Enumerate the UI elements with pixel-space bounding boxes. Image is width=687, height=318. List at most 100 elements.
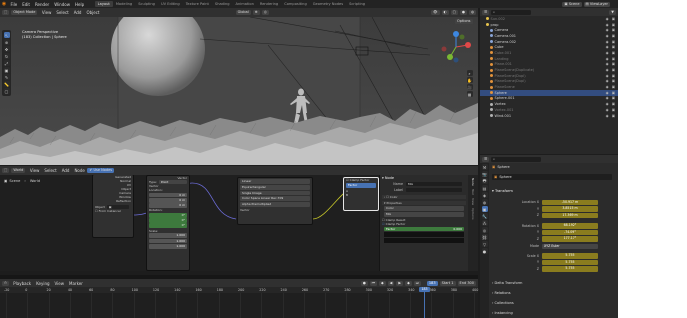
visibility-eye-icon[interactable]: ◉ [606,17,609,21]
environment-texture-node[interactable]: Linear Equirectangular Single Image Colo… [237,177,313,225]
visibility-eye-icon[interactable]: ◉ [606,57,609,61]
visibility-eye-icon[interactable]: ◉ [606,102,609,106]
mode-selector[interactable]: Object Mode [11,10,38,15]
current-frame-field[interactable]: 183 [426,280,438,286]
render-visibility-icon[interactable]: ▣ [612,62,615,66]
constraints-tab-icon[interactable]: ⛓ [481,234,488,240]
rotation-x-field[interactable]: 68.192° [542,223,598,229]
next-key-icon[interactable]: ◆ [405,280,412,286]
node-name-input[interactable]: Mix [406,181,462,187]
mapping-scale-y[interactable]: 1.000 [149,238,187,244]
blend-mode-dropdown[interactable]: Mix [384,211,464,217]
render-tab-icon[interactable]: 📷 [481,171,488,177]
timeline[interactable]: -20 0 20 40 60 80 100 120 140 160 180 200 220 240 260 2… [0,287,478,318]
viewport-3d[interactable]: Camera Perspective (183) Collection | Sp… [0,17,478,165]
visibility-eye-icon[interactable]: ◉ [606,51,609,55]
pan-icon[interactable]: ✋ [466,77,473,83]
location-y-field[interactable]: 3.8515 m [542,206,598,212]
tool-tab-icon[interactable]: ⚒ [481,164,488,170]
relations-panel[interactable]: › Relations [492,291,616,295]
move-tool-icon[interactable]: ✥ [3,46,10,52]
object-name-input[interactable]: ▣ Sphere [492,174,612,180]
scale-tool-icon[interactable]: ⤢ [3,60,10,66]
tab-uv-editing[interactable]: UV Editing [158,1,183,7]
timeline-editor-icon[interactable]: ⏱ [2,280,9,286]
timeline-menu-keying[interactable]: Keying [34,281,52,286]
node-editor-type-button[interactable]: ⬚ [2,168,10,173]
jump-end-icon[interactable]: ⏭ [413,280,421,286]
world-type-selector[interactable]: World [11,168,26,173]
render-visibility-icon[interactable]: ▣ [612,51,615,55]
transform-panel-header[interactable]: ▾ Transform [492,189,616,193]
menu-window[interactable]: Window [52,2,73,7]
visibility-eye-icon[interactable]: ◉ [606,45,609,49]
render-visibility-icon[interactable]: ▣ [612,34,615,38]
outliner-search-input[interactable]: ⌕ [491,9,532,15]
scene-tab-icon[interactable]: ◈ [481,192,488,198]
viewport-options-button[interactable]: Options [455,19,473,24]
visibility-eye-icon[interactable]: ◉ [606,114,609,118]
object-tab-icon[interactable]: ▣ [481,206,488,212]
texture-coordinate-node[interactable]: Generated Normal UV Object Camera Window Refle… [92,175,134,238]
menu-file[interactable]: File [8,2,20,7]
measure-tool-icon[interactable]: 📏 [3,81,10,87]
blender-logo-icon[interactable]: ◉ [0,0,8,8]
visibility-eye-icon[interactable]: ◉ [606,68,609,72]
scale-x-field[interactable]: 5.755 [542,253,598,259]
render-visibility-icon[interactable]: ▣ [612,74,615,78]
properties-editor-icon[interactable]: ☰ [482,156,490,162]
instancing-panel[interactable]: › Instancing [492,311,616,315]
mix-node[interactable]: ☑ Clamp Factor Factor A B [343,177,379,211]
tab-compositing[interactable]: Compositing [281,1,310,7]
node-menu-node[interactable]: Node [72,168,87,173]
tab-geometry-nodes[interactable]: Geometry Nodes [310,1,346,7]
tab-animation[interactable]: Animation [233,1,257,7]
scale-z-field[interactable]: 5.755 [542,266,598,272]
node-label-input[interactable] [406,187,462,193]
tab-scripting[interactable]: Scripting [346,1,368,7]
projection-dropdown[interactable]: Equirectangular [240,184,310,190]
viewport-menu-select[interactable]: Select [54,10,71,15]
tab-texture-paint[interactable]: Texture Paint [183,1,212,7]
material-tab-icon[interactable]: ● [481,248,488,254]
shading-solid-icon[interactable]: ● [459,10,467,15]
end-frame-field[interactable]: End 300 [457,280,476,286]
sidebar-tab-tool[interactable]: Tool [471,189,475,195]
color-swatch-a[interactable] [384,232,464,238]
data-tab-icon[interactable]: ▽ [481,241,488,247]
node-menu-view[interactable]: View [27,168,42,173]
world-tab-icon[interactable]: ◍ [481,199,488,205]
visibility-eye-icon[interactable]: ◉ [606,23,609,27]
timeline-menu-view[interactable]: View [52,281,67,286]
zoom-icon[interactable]: ⌕ [466,70,473,76]
visibility-eye-icon[interactable]: ◉ [606,34,609,38]
tab-layout[interactable]: Layout [94,1,113,7]
node-menu-add[interactable]: Add [59,168,72,173]
mapping-location-y[interactable]: 0 m [149,197,187,203]
visibility-eye-icon[interactable]: ◉ [606,96,609,100]
play-icon[interactable]: ▶ [396,280,404,286]
navigation-gizmo[interactable] [438,29,474,65]
mapping-location-z[interactable]: 0 m [149,203,187,208]
tab-modeling[interactable]: Modeling [113,1,135,7]
menu-edit[interactable]: Edit [20,2,33,7]
mapping-type-dropdown[interactable]: Point [158,179,187,185]
sidebar-tab-options[interactable]: Options [471,208,475,220]
transform-tool-icon[interactable]: ▣ [3,67,10,73]
sidebar-tab-node[interactable]: Node [471,178,475,186]
render-visibility-icon[interactable]: ▣ [612,28,615,32]
visibility-eye-icon[interactable]: ◉ [606,62,609,66]
outliner-item[interactable]: Wind.001 ◉ ▣ [480,113,618,119]
mix-clamp-factor-checkbox[interactable]: ☑ Clamp Factor [344,178,378,182]
scale-y-field[interactable]: 5.755 [542,259,598,265]
render-visibility-icon[interactable]: ▣ [612,85,615,89]
editor-type-button[interactable]: ⬚ [2,10,10,15]
physics-tab-icon[interactable]: ◎ [481,227,488,233]
color-space-dropdown[interactable]: Color Space Linear Rec.709 [240,196,310,202]
mapping-rotation-z[interactable]: 0° [149,223,187,229]
overlays-icon[interactable]: ◐ [441,10,449,15]
menu-help[interactable]: Help [72,2,86,7]
location-z-field[interactable]: 17.369 m [542,212,598,218]
mapping-scale-x[interactable]: 1.000 [149,233,187,239]
tab-shading[interactable]: Shading [212,1,233,7]
